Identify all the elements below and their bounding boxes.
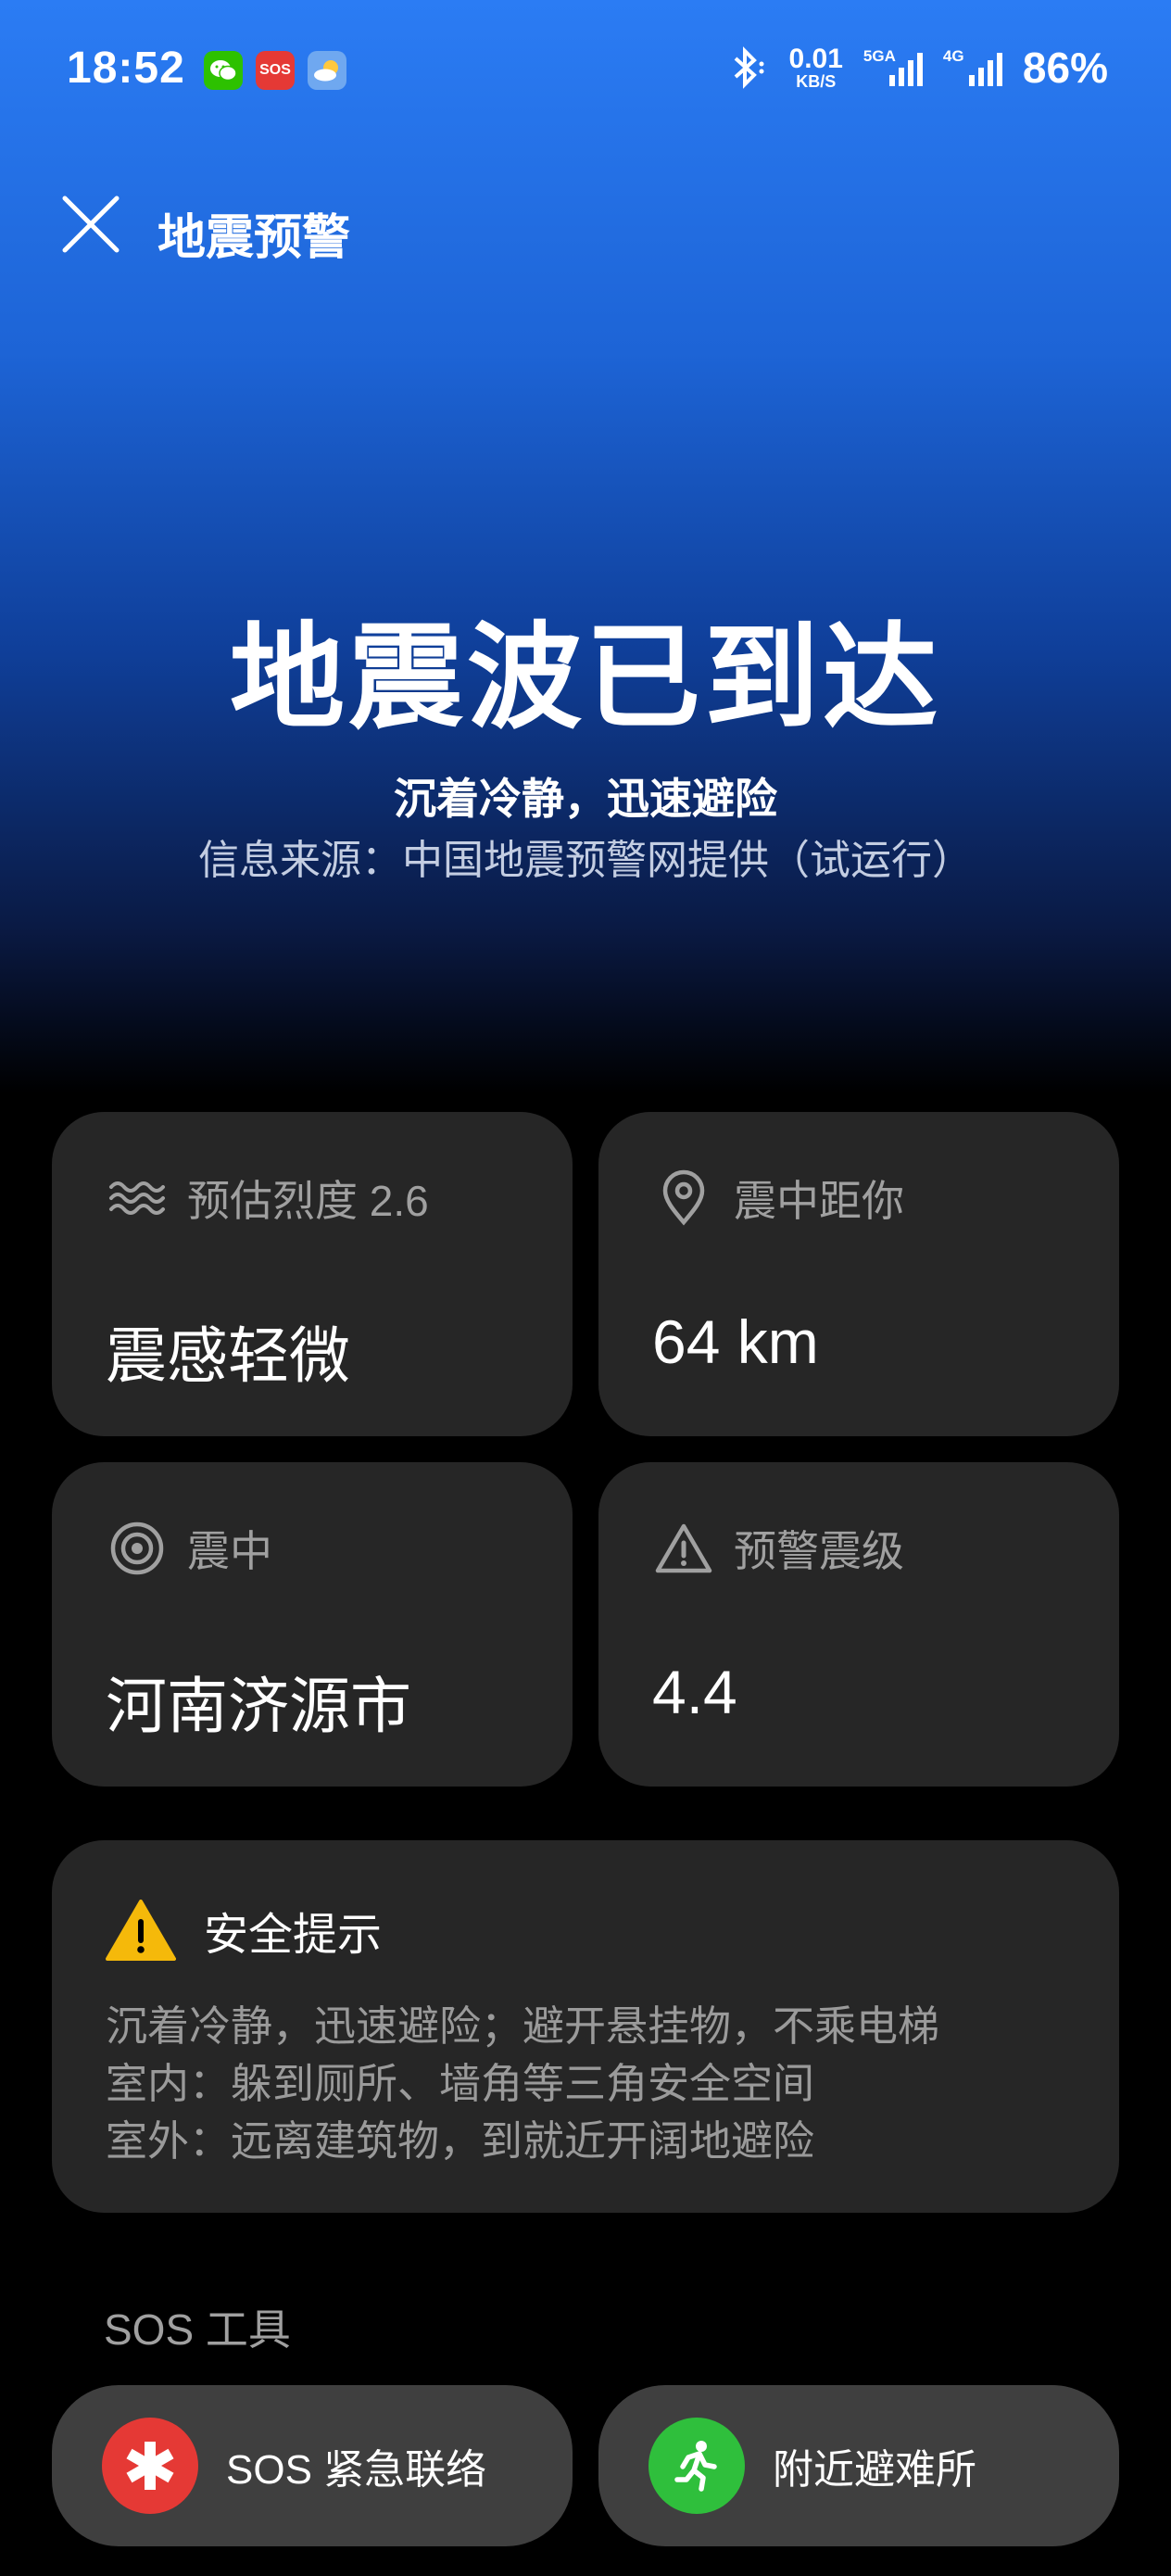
distance-label-row: 震中距你 [654, 1168, 904, 1229]
signal-4g-label: 4G [942, 47, 964, 65]
epicenter-value: 河南济源市 [106, 1672, 411, 1740]
intensity-label-row: 预估烈度 2.6 [107, 1168, 429, 1229]
warning-filled-icon [106, 1900, 176, 1961]
safety-title-row: 安全提示 [106, 1898, 382, 1963]
sos-notification-icon: SOS [256, 51, 295, 90]
battery-percent: 86% [1022, 44, 1108, 92]
magnitude-value: 4.4 [652, 1658, 737, 1726]
info-source: 信息来源：中国地震预警网提供（试运行） [198, 838, 973, 883]
safety-lines: 沉着冷静，迅速避险；避开悬挂物，不乘电梯 室内：躲到厕所、墙角等三角安全空间 室… [106, 1998, 939, 2170]
signal-4g-icon: 4G [943, 47, 1002, 88]
sos-emergency-contact-button[interactable]: SOS 紧急联络 [52, 2385, 573, 2546]
sos-emergency-contact-label: SOS 紧急联络 [226, 2447, 487, 2493]
epicenter-label: 震中 [187, 1527, 272, 1575]
net-speed-value: 0.01 [788, 44, 843, 74]
close-icon[interactable] [59, 193, 122, 256]
magnitude-label-row: 预警震级 [654, 1518, 904, 1579]
intensity-label: 预估烈度 2.6 [187, 1177, 429, 1225]
intensity-value: 震感轻微 [106, 1321, 350, 1390]
alert-subtitle: 沉着冷静，迅速避险 [394, 775, 777, 823]
magnitude-label: 预警震级 [734, 1527, 904, 1575]
intensity-card: 预估烈度 2.6 震感轻微 [52, 1112, 573, 1436]
distance-card: 震中距你 64 km [598, 1112, 1119, 1436]
nearby-shelter-label: 附近避难所 [773, 2447, 976, 2493]
status-right-group: 0.01 KB/S 5GA 4G 86% [728, 43, 1108, 93]
sos-tools-heading: SOS 工具 [104, 2305, 291, 2354]
asterisk-icon [102, 2418, 198, 2514]
safety-title: 安全提示 [204, 1911, 383, 1960]
distance-label: 震中距你 [734, 1177, 904, 1225]
magnitude-card: 预警震级 4.4 [598, 1462, 1119, 1787]
safety-tips-card: 安全提示 沉着冷静，迅速避险；避开悬挂物，不乘电梯 室内：躲到厕所、墙角等三角安… [52, 1840, 1119, 2213]
waves-icon [109, 1181, 165, 1215]
location-pin-icon [662, 1169, 705, 1226]
epicenter-label-row: 震中 [107, 1518, 272, 1579]
wechat-icon [204, 51, 243, 90]
epicenter-card: 震中 河南济源市 [52, 1462, 573, 1787]
sos-badge-text: SOS [259, 62, 291, 78]
alert-title: 地震波已到达 [229, 614, 941, 742]
status-time: 18:52 [67, 44, 185, 93]
safety-line: 沉着冷静，迅速避险；避开悬挂物，不乘电梯 [106, 2002, 940, 2050]
nearby-shelter-button[interactable]: 附近避难所 [598, 2385, 1119, 2546]
page-title: 地震预警 [157, 211, 351, 265]
net-speed-unit: KB/S [796, 72, 837, 91]
weather-icon [308, 51, 346, 90]
safety-line: 室外：远离建筑物，到就近开阔地避险 [106, 2117, 815, 2165]
bluetooth-icon [734, 46, 764, 89]
distance-value: 64 km [652, 1307, 819, 1376]
signal-5ga-icon: 5GA [863, 47, 923, 88]
running-person-icon [648, 2418, 745, 2514]
warning-outline-icon [655, 1523, 712, 1573]
target-icon [110, 1522, 164, 1575]
safety-line: 室内：躲到厕所、墙角等三角安全空间 [106, 2060, 815, 2107]
net-speed: 0.01 KB/S [788, 44, 843, 91]
